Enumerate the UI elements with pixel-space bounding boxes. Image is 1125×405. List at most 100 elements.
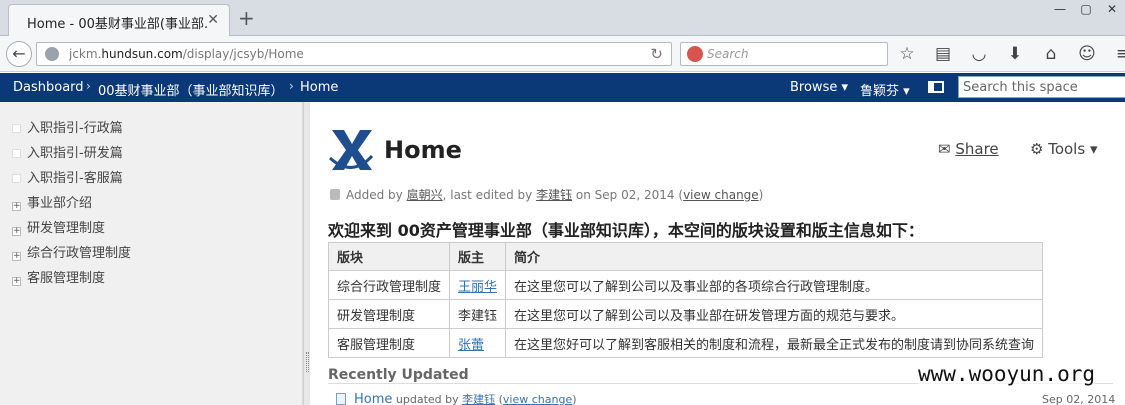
sidebar-item-label: 入职指引-客服篇 bbox=[27, 171, 123, 186]
browser-tab-strip: Home - 00基财事业部(事业部... ✕ + — ▢ ✕ bbox=[0, 0, 1125, 36]
table-row: 综合行政管理制度 王丽华 在这里您可以了解到公司以及事业部的各项综合行政管理制度… bbox=[327, 270, 1044, 300]
moderator-cell: 李建钰 bbox=[449, 299, 507, 329]
recent-date: Sep 02, 2014 bbox=[1042, 393, 1116, 405]
tools-label: Tools ▾ bbox=[1048, 140, 1098, 158]
chat-icon[interactable]: ☺ bbox=[1076, 44, 1098, 64]
table-row: 客服管理制度 张蕾 在这里您好可以了解到客服相关的制度和流程，最新最全正式发布的… bbox=[327, 328, 1044, 358]
breadcrumb-home[interactable]: Home bbox=[300, 80, 338, 95]
sidebar-item-onboarding-admin[interactable]: 入职指引-行政篇 bbox=[12, 117, 123, 136]
moderator-link[interactable]: 张蕾 bbox=[458, 338, 484, 353]
breadcrumb-separator: › bbox=[86, 79, 91, 93]
sidebar-item-label: 研发管理制度 bbox=[27, 221, 106, 236]
home-icon[interactable]: ⌂ bbox=[1040, 44, 1062, 64]
breadcrumb-separator: › bbox=[289, 79, 294, 93]
view-change-link[interactable]: view change bbox=[683, 188, 759, 202]
reading-list-icon[interactable]: ▤ bbox=[932, 44, 954, 64]
table-header-row: 版块 版主 简介 bbox=[327, 242, 1044, 271]
sidebar-item-label: 事业部介绍 bbox=[27, 196, 93, 211]
expand-icon[interactable]: + bbox=[12, 202, 21, 211]
sidebar-item-onboarding-service[interactable]: 入职指引-客服篇 bbox=[12, 167, 123, 186]
tree-leaf-icon bbox=[12, 149, 21, 158]
sections-table: 版块 版主 简介 综合行政管理制度 王丽华 在这里您可以了解到公司以及事业部的各… bbox=[327, 242, 1044, 358]
recent-page-link[interactable]: Home bbox=[354, 392, 392, 405]
window-close-icon[interactable]: ✕ bbox=[1099, 0, 1125, 20]
reload-icon[interactable]: ↻ bbox=[650, 45, 663, 63]
section-cell: 客服管理制度 bbox=[327, 328, 451, 358]
moderator-link[interactable]: 王丽华 bbox=[458, 280, 497, 295]
content-heading: 欢迎来到 00资产管理事业部（事业部知识库），本空间的版块设置和版主信息如下： bbox=[328, 221, 924, 240]
envelope-icon: ✉ bbox=[938, 140, 956, 158]
browser-search-box[interactable]: Search bbox=[680, 42, 888, 66]
editor-link[interactable]: 李建钰 bbox=[536, 188, 572, 202]
table-header: 版主 bbox=[449, 242, 507, 271]
share-button[interactable]: ✉ Share bbox=[938, 140, 999, 158]
page-icon bbox=[336, 393, 346, 405]
gear-icon: ⚙ bbox=[1030, 140, 1049, 158]
window-controls: — ▢ ✕ bbox=[1047, 0, 1125, 22]
author-link[interactable]: 扈朝兴 bbox=[407, 188, 443, 202]
section-cell: 研发管理制度 bbox=[327, 299, 451, 329]
expand-icon[interactable]: + bbox=[12, 277, 21, 286]
space-search-placeholder: Search this space bbox=[963, 80, 1078, 95]
expand-icon[interactable]: + bbox=[12, 227, 21, 236]
tree-leaf-icon bbox=[12, 174, 21, 183]
sidebar-toggle-icon[interactable] bbox=[928, 81, 944, 93]
recent-update-item: Home updated by 李建钰 (view change) bbox=[336, 391, 577, 405]
browser-search-placeholder: Search bbox=[707, 47, 749, 61]
moderator-cell: 张蕾 bbox=[449, 328, 507, 358]
tab-title: Home - 00基财事业部(事业部... bbox=[27, 17, 207, 32]
sidebar-item-label: 综合行政管理制度 bbox=[27, 246, 132, 261]
intro-cell: 在这里您可以了解到公司以及事业部在研发管理方面的规范与要求。 bbox=[505, 299, 1044, 329]
watermark: www.wooyun.org bbox=[918, 362, 1096, 386]
browser-tab[interactable]: Home - 00基财事业部(事业部... ✕ bbox=[8, 4, 230, 36]
share-label: Share bbox=[955, 140, 999, 158]
table-header: 简介 bbox=[505, 242, 1044, 271]
page-metadata: Added by 扈朝兴, last edited by 李建钰 on Sep … bbox=[330, 186, 763, 203]
sidebar-item-admin-policy[interactable]: + 综合行政管理制度 bbox=[12, 242, 131, 261]
sidebar-item-division-intro[interactable]: + 事业部介绍 bbox=[12, 192, 92, 211]
sidebar-item-service-policy[interactable]: + 客服管理制度 bbox=[12, 267, 105, 286]
recent-user-link[interactable]: 李建钰 bbox=[462, 393, 495, 405]
back-icon[interactable]: ← bbox=[6, 41, 32, 67]
recent-view-change-link[interactable]: view change bbox=[503, 393, 572, 405]
space-search-input[interactable]: Search this space bbox=[958, 76, 1125, 98]
user-menu[interactable]: 鲁颖芬 ▾ bbox=[860, 80, 910, 99]
sidebar-splitter[interactable] bbox=[303, 102, 310, 405]
browse-menu[interactable]: Browse ▾ bbox=[790, 80, 848, 95]
table-row: 研发管理制度 李建钰 在这里您可以了解到公司以及事业部在研发管理方面的规范与要求… bbox=[327, 299, 1044, 329]
breadcrumb-dashboard[interactable]: Dashboard bbox=[13, 80, 84, 95]
space-logo-icon bbox=[328, 130, 374, 170]
menu-icon[interactable]: ≡ bbox=[1112, 44, 1125, 64]
tools-button[interactable]: ⚙ Tools ▾ bbox=[1030, 140, 1097, 158]
expand-icon[interactable]: + bbox=[12, 252, 21, 261]
sidebar-item-onboarding-dev[interactable]: 入职指引-研发篇 bbox=[12, 142, 123, 161]
close-tab-icon[interactable]: ✕ bbox=[207, 12, 219, 28]
download-icon[interactable]: ⬇ bbox=[1004, 44, 1026, 64]
page-title: Home bbox=[384, 136, 462, 164]
pocket-icon[interactable]: ◡ bbox=[968, 44, 990, 64]
drag-handle-icon[interactable] bbox=[306, 352, 309, 372]
bookmark-star-icon[interactable]: ☆ bbox=[896, 44, 918, 64]
intro-cell: 在这里您好可以了解到客服相关的制度和流程，最新最全正式发布的制度请到协同系统查询 bbox=[505, 328, 1044, 358]
page-tree-sidebar: 入职指引-行政篇 入职指引-研发篇 入职指引-客服篇 + 事业部介绍 + 研发管理制… bbox=[0, 102, 303, 405]
moderator-cell: 王丽华 bbox=[449, 270, 507, 300]
lock-icon bbox=[330, 189, 340, 200]
sidebar-item-label: 入职指引-研发篇 bbox=[27, 146, 123, 161]
tree-leaf-icon bbox=[12, 124, 21, 133]
sidebar-item-label: 入职指引-行政篇 bbox=[27, 121, 123, 136]
browser-toolbar: ☆ ▤ ◡ ⬇ ⌂ ☺ ≡ bbox=[896, 44, 1125, 64]
app-header: Dashboard › 00基财事业部（事业部知识库） › Home Brows… bbox=[0, 73, 1125, 102]
sidebar-item-rd-policy[interactable]: + 研发管理制度 bbox=[12, 217, 105, 236]
search-engine-icon[interactable] bbox=[687, 46, 703, 62]
table-header: 版块 bbox=[327, 242, 451, 271]
url-bar[interactable]: jckm.hundsun.com/display/jcsyb/Home ↻ bbox=[36, 42, 672, 66]
url-text[interactable]: jckm.hundsun.com/display/jcsyb/Home bbox=[69, 47, 304, 61]
minimize-icon[interactable]: — bbox=[1047, 0, 1073, 20]
new-tab-icon[interactable]: + bbox=[238, 6, 255, 30]
recently-updated-title: Recently Updated bbox=[328, 367, 469, 383]
browser-nav-bar: ← jckm.hundsun.com/display/jcsyb/Home ↻ … bbox=[0, 36, 1125, 72]
globe-icon bbox=[45, 47, 59, 61]
breadcrumb-space[interactable]: 00基财事业部（事业部知识库） bbox=[98, 80, 284, 99]
intro-cell: 在这里您可以了解到公司以及事业部的各项综合行政管理制度。 bbox=[505, 270, 1044, 300]
maximize-icon[interactable]: ▢ bbox=[1073, 0, 1099, 20]
